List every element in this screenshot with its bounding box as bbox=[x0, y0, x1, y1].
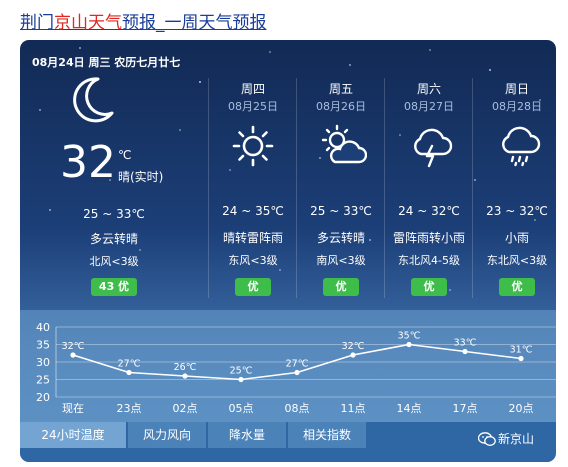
data-label: 26℃ bbox=[174, 362, 197, 373]
forecast-description: 多云转晴 bbox=[316, 231, 365, 245]
y-tick-label: 30 bbox=[36, 356, 50, 369]
wechat-icon bbox=[478, 432, 496, 446]
data-label: 27℃ bbox=[118, 359, 141, 370]
forecast-description: 晴转雷阵雨 bbox=[222, 231, 283, 245]
data-point bbox=[238, 376, 244, 383]
x-tick-label: 14点 bbox=[397, 402, 422, 415]
data-label: 33℃ bbox=[454, 338, 477, 349]
forecast-weekday: 周四 bbox=[240, 82, 265, 96]
title-highlight[interactable]: 京山天气 bbox=[54, 13, 122, 33]
forecast-date: 08月25日 bbox=[228, 100, 278, 113]
x-tick-label: 05点 bbox=[229, 402, 254, 415]
rain-icon bbox=[502, 126, 541, 167]
forecast-wind: 东北风<3级 bbox=[486, 254, 548, 267]
forecast-description: 雷阵雨转小雨 bbox=[392, 231, 465, 245]
forecast-date: 08月26日 bbox=[316, 100, 366, 113]
page-title[interactable]: 荆门京山天气预报_一周天气预报 bbox=[20, 8, 267, 33]
data-label: 35℃ bbox=[398, 331, 421, 342]
forecast-date: 08月27日 bbox=[404, 100, 454, 113]
forecast-wind: 东北风4-5级 bbox=[398, 254, 460, 267]
chart-tabs: 24小时温度 风力风向 降水量 相关指数 bbox=[20, 422, 556, 462]
hourly-temperature-chart: 40 35 30 25 20 32℃ 27℃ 26℃ 25℃ 27℃ 32℃ 35℃ 33℃ 31℃ 现在 2… bbox=[36, 321, 556, 415]
tab-wind[interactable]: 风力风向 bbox=[128, 422, 206, 448]
today-panel: 32 ℃ 晴(实时) 25 ~ 33℃ 多云转晴 北风<3级 43 优 bbox=[20, 40, 208, 310]
data-point bbox=[350, 352, 356, 358]
data-label: 32℃ bbox=[342, 341, 365, 352]
column-divider bbox=[384, 78, 385, 298]
column-divider bbox=[296, 78, 297, 298]
column-divider bbox=[208, 78, 209, 298]
today-description: 多云转晴 bbox=[89, 232, 138, 246]
today-wind: 北风<3级 bbox=[89, 255, 139, 268]
data-label: 25℃ bbox=[230, 366, 253, 377]
data-point bbox=[406, 341, 412, 348]
column-divider bbox=[472, 78, 473, 298]
forecast-aqi-badge[interactable]: 优 bbox=[499, 278, 535, 296]
x-tick-label: 现在 bbox=[62, 402, 84, 415]
hourly-chart-panel: 40 35 30 25 20 32℃ 27℃ 26℃ 25℃ 27℃ 32℃ 35℃ 33℃ 31℃ 现在 2… bbox=[20, 310, 556, 422]
tab-precipitation[interactable]: 降水量 bbox=[208, 422, 286, 448]
brand-label: 新京山 bbox=[498, 432, 535, 446]
x-tick-label: 20点 bbox=[509, 402, 534, 415]
temperature-unit: ℃ bbox=[118, 148, 132, 162]
forecast-temp-range: 24 ~ 32℃ bbox=[398, 204, 460, 218]
forecast-wind: 东风<3级 bbox=[228, 254, 278, 267]
forecast-weekday: 周六 bbox=[416, 82, 441, 96]
sun-icon bbox=[232, 125, 274, 167]
forecast-weekday: 周五 bbox=[328, 82, 353, 96]
data-point bbox=[294, 369, 300, 376]
forecast-temp-range: 24 ~ 35℃ bbox=[222, 204, 284, 218]
today-aqi-badge[interactable]: 43 优 bbox=[91, 278, 137, 296]
forecast-description: 小雨 bbox=[504, 231, 529, 245]
data-point bbox=[182, 373, 188, 379]
forecast-temp-range: 23 ~ 32℃ bbox=[486, 204, 548, 218]
data-label: 31℃ bbox=[510, 345, 533, 356]
forecast-day[interactable]: 周日 08月28日 23 ~ 32℃ 小雨 东北风<3级 优 bbox=[474, 76, 556, 306]
y-tick-label: 25 bbox=[36, 374, 50, 387]
weather-card: 08月24日 周三 农历七月廿七 32 ℃ 晴(实时) 25 ~ 33℃ 多云转… bbox=[20, 40, 556, 462]
forecast-temp-range: 25 ~ 33℃ bbox=[310, 204, 372, 218]
data-point bbox=[70, 352, 76, 358]
forecast-aqi-badge[interactable]: 优 bbox=[323, 278, 359, 296]
y-tick-label: 40 bbox=[36, 321, 50, 334]
forecast-day[interactable]: 周五 08月26日 25 ~ 33℃ 多云转晴 南风<3级 优 bbox=[298, 76, 384, 306]
title-part-2[interactable]: 预报_一周天气预报 bbox=[122, 13, 267, 33]
data-point bbox=[518, 355, 524, 362]
today-temp-range: 25 ~ 33℃ bbox=[83, 207, 145, 221]
forecast-aqi-badge[interactable]: 优 bbox=[411, 278, 447, 296]
forecast-day[interactable]: 周六 08月27日 24 ~ 32℃ 雷阵雨转小雨 东北风4-5级 优 bbox=[386, 76, 472, 306]
current-state: 晴(实时) bbox=[118, 170, 164, 184]
title-part-1[interactable]: 荆门 bbox=[20, 13, 54, 33]
x-tick-label: 23点 bbox=[117, 402, 142, 415]
forecast-weekday: 周日 bbox=[504, 82, 529, 96]
forecast-date: 08月28日 bbox=[492, 100, 542, 113]
forecast-day[interactable]: 周四 08月25日 24 ~ 35℃ 晴转雷阵雨 东风<3级 优 bbox=[210, 76, 296, 306]
tab-indices[interactable]: 相关指数 bbox=[288, 422, 366, 448]
y-tick-label: 20 bbox=[36, 391, 50, 404]
y-tick-label: 35 bbox=[36, 339, 50, 352]
forecast-aqi-badge[interactable]: 优 bbox=[235, 278, 271, 296]
tab-24h-temperature[interactable]: 24小时温度 bbox=[20, 422, 126, 448]
x-tick-label: 08点 bbox=[285, 402, 310, 415]
x-tick-label: 11点 bbox=[341, 402, 366, 415]
x-tick-label: 17点 bbox=[453, 402, 478, 415]
data-point bbox=[462, 348, 468, 355]
data-point bbox=[126, 369, 132, 376]
forecast-wind: 南风<3级 bbox=[316, 254, 366, 267]
x-tick-label: 02点 bbox=[173, 402, 198, 415]
data-label: 32℃ bbox=[62, 341, 85, 352]
data-label: 27℃ bbox=[286, 359, 309, 370]
partly-cloudy-icon bbox=[321, 124, 367, 164]
current-temperature: 32 bbox=[60, 137, 116, 188]
thunderstorm-icon bbox=[414, 128, 453, 168]
moon-icon bbox=[73, 77, 114, 123]
